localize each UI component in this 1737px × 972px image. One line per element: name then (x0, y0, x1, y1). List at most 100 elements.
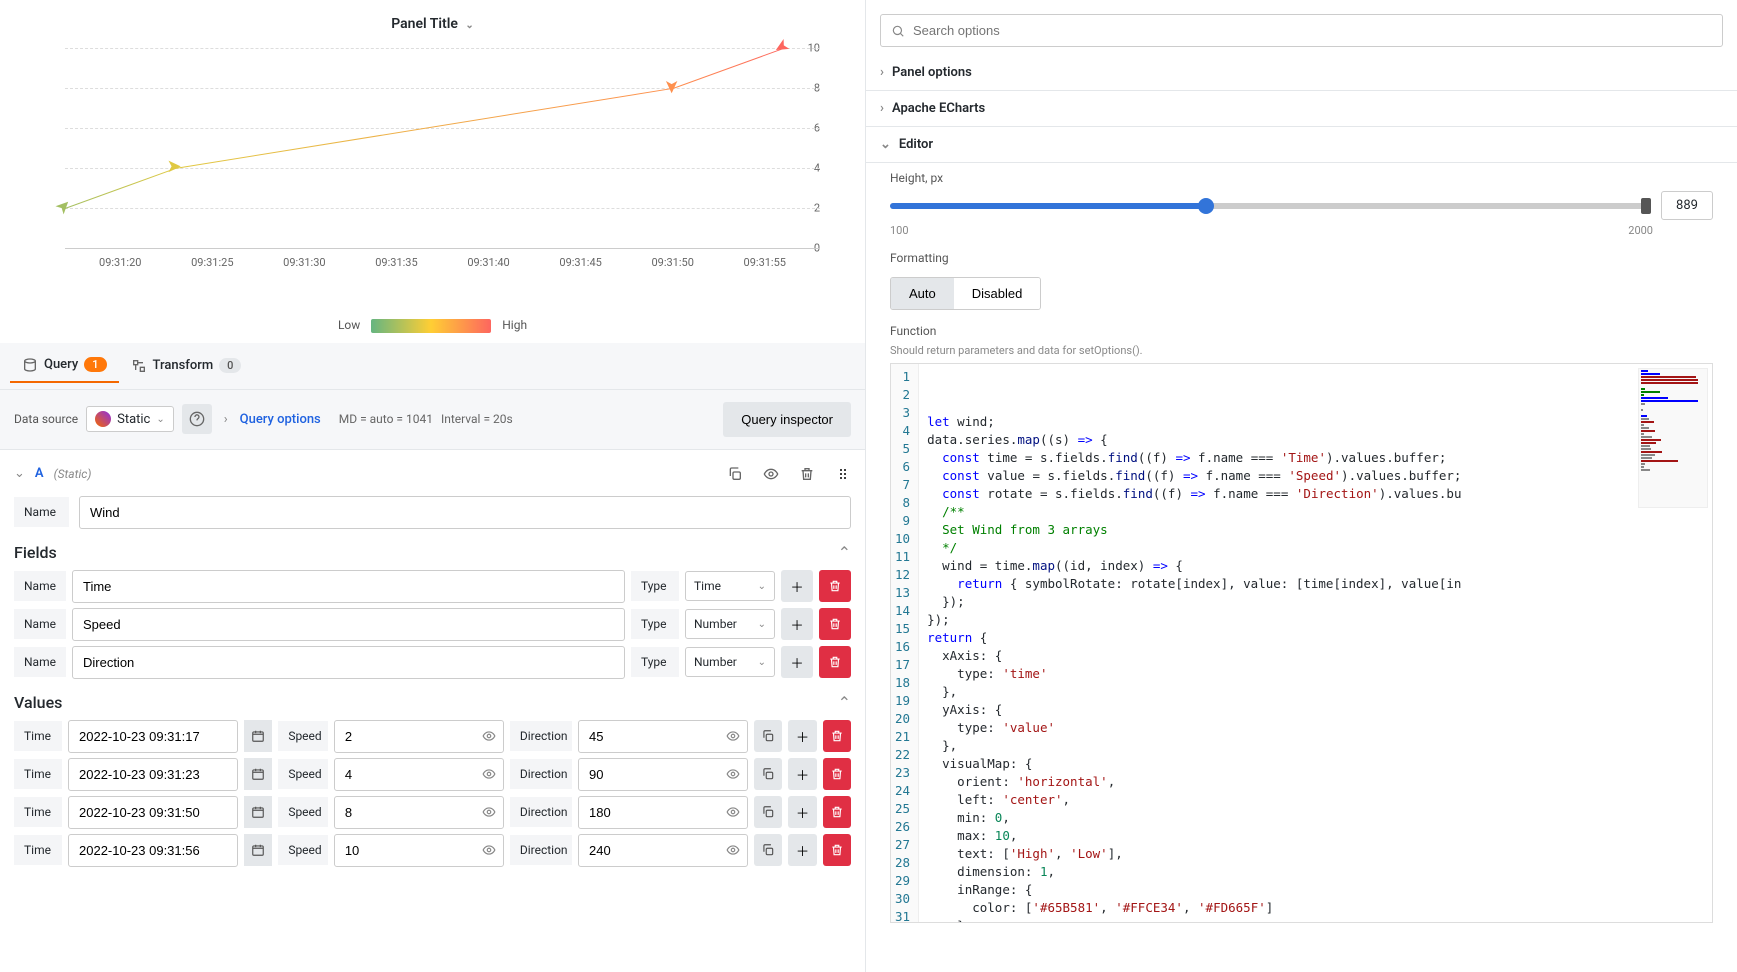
copy-icon[interactable] (727, 466, 743, 482)
chevron-right-icon: › (880, 65, 884, 80)
query-options-link[interactable]: Query options (240, 412, 321, 427)
time-input[interactable] (68, 758, 238, 791)
query-inspector-button[interactable]: Query inspector (723, 402, 851, 437)
trash-icon (830, 843, 844, 857)
copy-row-button[interactable] (754, 758, 782, 790)
chevron-down-icon: ⌄ (880, 137, 891, 152)
add-field-button[interactable]: ＋ (781, 608, 813, 640)
eye-icon[interactable] (482, 729, 496, 743)
minimap[interactable] (1638, 368, 1708, 508)
search-options[interactable] (880, 14, 1723, 47)
visual-map-low: Low (338, 318, 360, 332)
eye-icon[interactable] (482, 805, 496, 819)
chevron-up-icon[interactable]: ⌃ (838, 693, 851, 712)
value-row: TimeSpeedDirection＋ (14, 796, 851, 829)
formatting-segment: Auto Disabled (890, 277, 1041, 310)
trash-icon[interactable] (799, 466, 815, 482)
delete-field-button[interactable] (819, 608, 851, 640)
speed-input[interactable] (334, 796, 504, 829)
formatting-label: Formatting (890, 251, 1713, 265)
direction-input[interactable] (578, 720, 748, 753)
add-field-button[interactable]: ＋ (781, 646, 813, 678)
query-ref-id[interactable]: A (35, 466, 44, 481)
calendar-button[interactable] (244, 796, 272, 828)
tab-query[interactable]: Query 1 (10, 349, 119, 383)
add-row-button[interactable]: ＋ (788, 834, 816, 866)
wind-arrow[interactable]: ➤ (51, 194, 77, 220)
formatting-disabled-button[interactable]: Disabled (954, 278, 1041, 309)
eye-icon[interactable] (726, 767, 740, 781)
time-input[interactable] (68, 796, 238, 829)
field-type-select[interactable]: Time⌄ (685, 571, 775, 601)
chevron-down-icon[interactable]: ⌄ (14, 466, 25, 481)
slider-thumb[interactable] (1198, 198, 1214, 214)
eye-icon[interactable] (726, 843, 740, 857)
tab-transform-count: 0 (219, 358, 241, 373)
eye-icon[interactable] (726, 729, 740, 743)
accordion-editor[interactable]: ⌄ Editor (866, 127, 1737, 163)
accordion-echarts[interactable]: › Apache ECharts (866, 91, 1737, 127)
chevron-up-icon[interactable]: ⌃ (838, 543, 851, 562)
field-type-label: Type (631, 647, 679, 677)
calendar-icon (251, 729, 265, 743)
field-type-select[interactable]: Number⌄ (685, 647, 775, 677)
field-name-input[interactable] (72, 570, 625, 603)
calendar-button[interactable] (244, 720, 272, 752)
add-field-button[interactable]: ＋ (781, 570, 813, 602)
panel-title[interactable]: Panel Title ⌄ (15, 10, 850, 38)
datasource-picker[interactable]: Static ⌄ (86, 406, 174, 432)
add-row-button[interactable]: ＋ (788, 720, 816, 752)
delete-field-button[interactable] (819, 646, 851, 678)
eye-icon[interactable] (726, 805, 740, 819)
time-label: Time (14, 759, 62, 789)
delete-row-button[interactable] (823, 834, 851, 866)
chevron-down-icon: ⌄ (465, 20, 473, 31)
drag-icon[interactable] (835, 466, 851, 482)
delete-row-button[interactable] (823, 758, 851, 790)
query-options-md: MD = auto = 1041 (339, 412, 433, 426)
code-editor[interactable]: 1234567891011121314151617181920212223242… (890, 363, 1713, 923)
copy-row-button[interactable] (754, 834, 782, 866)
height-slider[interactable] (890, 203, 1651, 209)
field-type-select[interactable]: Number⌄ (685, 609, 775, 639)
visual-map[interactable]: Low High (15, 318, 850, 333)
datasource-help-button[interactable] (182, 404, 212, 434)
calendar-button[interactable] (244, 834, 272, 866)
query-name-input[interactable] (79, 496, 851, 529)
time-input[interactable] (68, 720, 238, 753)
delete-row-button[interactable] (823, 796, 851, 828)
eye-icon[interactable] (763, 466, 779, 482)
speed-input[interactable] (334, 720, 504, 753)
field-name-input[interactable] (72, 608, 625, 641)
field-name-input[interactable] (72, 646, 625, 679)
tab-transform[interactable]: Transform 0 (119, 350, 254, 382)
delete-row-button[interactable] (823, 720, 851, 752)
speed-input[interactable] (334, 834, 504, 867)
eye-icon[interactable] (482, 843, 496, 857)
calendar-button[interactable] (244, 758, 272, 790)
speed-input[interactable] (334, 758, 504, 791)
field-row: NameTypeNumber⌄＋ (14, 646, 851, 679)
eye-icon[interactable] (482, 767, 496, 781)
time-label: Time (14, 797, 62, 827)
search-icon (891, 24, 905, 38)
search-input[interactable] (913, 23, 1712, 38)
calendar-icon (251, 805, 265, 819)
field-name-label: Name (14, 609, 66, 639)
time-input[interactable] (68, 834, 238, 867)
copy-row-button[interactable] (754, 720, 782, 752)
add-row-button[interactable]: ＋ (788, 796, 816, 828)
height-value-input[interactable]: 889 (1661, 191, 1713, 220)
direction-input[interactable] (578, 834, 748, 867)
add-row-button[interactable]: ＋ (788, 758, 816, 790)
visual-map-gradient (371, 319, 491, 333)
accordion-panel-options[interactable]: › Panel options (866, 55, 1737, 91)
direction-label: Direction (510, 797, 572, 827)
formatting-auto-button[interactable]: Auto (891, 278, 954, 309)
copy-row-button[interactable] (754, 796, 782, 828)
delete-field-button[interactable] (819, 570, 851, 602)
chart-plot[interactable]: 024681009:31:2009:31:2509:31:3009:31:350… (65, 48, 820, 308)
chevron-right-icon[interactable]: › (220, 412, 232, 427)
direction-input[interactable] (578, 758, 748, 791)
direction-input[interactable] (578, 796, 748, 829)
